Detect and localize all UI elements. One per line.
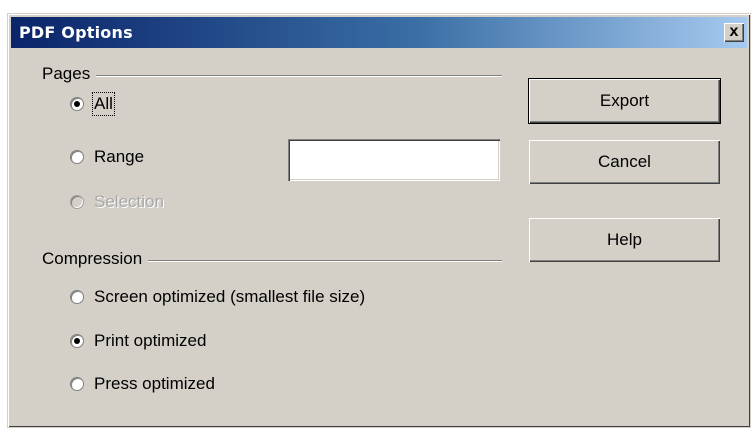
help-button[interactable]: Help <box>528 217 721 263</box>
compression-print-radio[interactable] <box>70 334 84 348</box>
pages-all-radio[interactable] <box>70 97 84 111</box>
pages-all-option[interactable]: All <box>70 92 115 116</box>
compression-screen-label: Screen optimized (smallest file size) <box>94 287 366 306</box>
cancel-button[interactable]: Cancel <box>528 139 721 185</box>
pdf-options-dialog: PDF Options x Pages All Range Selection … <box>7 13 751 428</box>
dialog-title: PDF Options <box>19 23 133 42</box>
compression-press-radio[interactable] <box>70 377 84 391</box>
close-button[interactable]: x <box>724 23 744 42</box>
title-bar: PDF Options x <box>11 17 747 48</box>
pages-selection-label: Selection <box>94 192 164 211</box>
compression-group-title: Compression <box>42 249 149 269</box>
export-button[interactable]: Export <box>528 78 721 124</box>
pages-selection-radio <box>70 195 84 209</box>
pages-range-option[interactable]: Range <box>70 147 144 167</box>
pages-range-label: Range <box>94 147 145 166</box>
pages-group-title: Pages <box>42 64 97 84</box>
compression-screen-option[interactable]: Screen optimized (smallest file size) <box>70 287 365 307</box>
compression-screen-radio[interactable] <box>70 290 84 304</box>
pages-selection-option: Selection <box>70 192 164 212</box>
compression-press-option[interactable]: Press optimized <box>70 374 215 394</box>
compression-print-option[interactable]: Print optimized <box>70 331 206 351</box>
compression-press-label: Press optimized <box>94 374 215 393</box>
range-input[interactable] <box>288 139 500 181</box>
pages-all-label: All <box>92 92 115 116</box>
pages-group-divider <box>42 75 502 77</box>
close-icon: x <box>729 23 739 40</box>
pages-range-radio[interactable] <box>70 150 84 164</box>
compression-print-label: Print optimized <box>94 331 207 350</box>
